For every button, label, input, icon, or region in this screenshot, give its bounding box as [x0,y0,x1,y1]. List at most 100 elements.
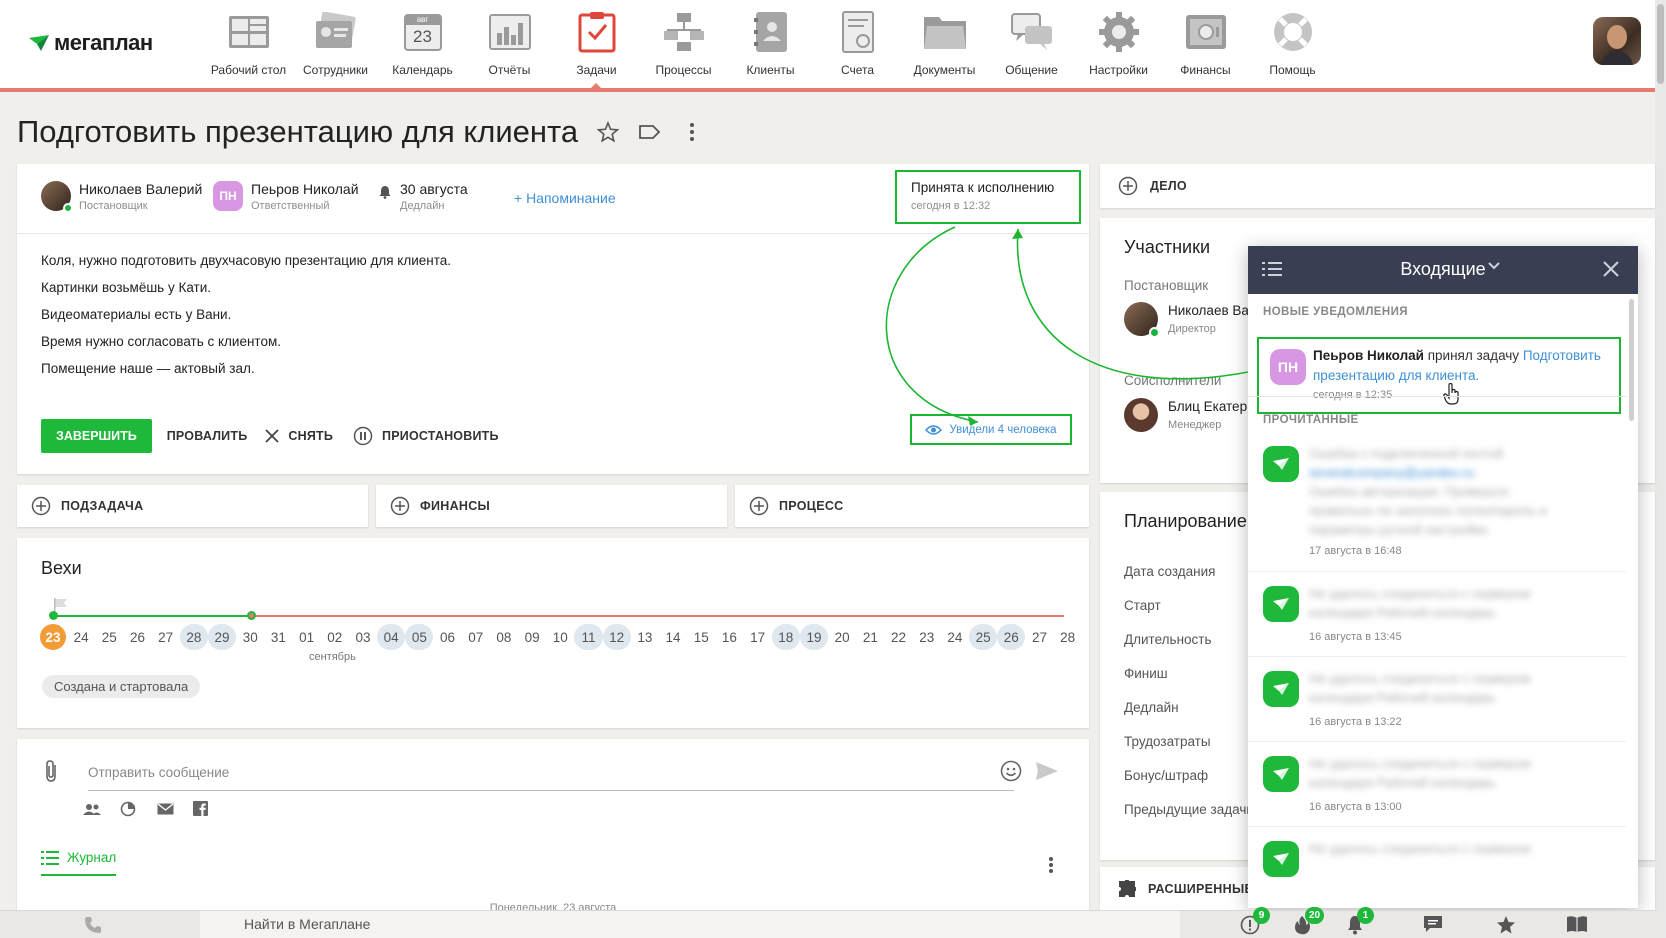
milestone-day[interactable]: 29 [207,624,237,650]
add-case-button[interactable]: ДЕЛО [1100,164,1655,208]
paperclip-icon[interactable] [44,759,58,783]
milestone-chip[interactable]: Создана и стартовала [42,675,201,698]
milestone-day[interactable]: 20 [828,624,856,650]
user-avatar[interactable] [1593,17,1641,65]
milestone-day[interactable]: 22 [884,624,912,650]
alerts-button[interactable]: 9 [1240,907,1270,938]
favorites-star-icon[interactable] [1496,915,1516,935]
message-input[interactable]: Отправить сообщение [88,755,1014,791]
nav-item-settings[interactable]: Настройки [1075,0,1162,88]
milestone-day[interactable]: 21 [856,624,884,650]
page-scrollbar[interactable] [1655,0,1666,938]
more-vertical-icon[interactable] [1048,856,1054,874]
milestone-day[interactable]: 19 [799,624,829,650]
milestone-day[interactable]: 27 [152,624,180,650]
nav-item-processes[interactable]: Процессы [640,0,727,88]
notifications-title[interactable]: Входящие [1248,259,1638,280]
fail-button[interactable]: ПРОВАЛИТЬ [167,419,248,453]
milestone-day[interactable]: 30 [236,624,264,650]
participant-avatar[interactable] [1124,398,1158,432]
emoji-icon[interactable] [1000,760,1022,782]
milestone-day[interactable]: 04 [377,624,406,650]
nav-item-reports[interactable]: Отчёты [466,0,553,88]
nav-item-communication[interactable]: Общение [988,0,1075,88]
milestone-day[interactable]: 01 [293,624,321,650]
milestone-day[interactable]: 16 [715,624,743,650]
favorite-star-icon[interactable] [596,120,620,144]
milestone-day[interactable]: 09 [518,624,546,650]
participant-owner-name[interactable]: Николаев Ва [1168,303,1249,318]
milestone-day[interactable]: 31 [264,624,292,650]
nav-item-employees[interactable]: Сотрудники [292,0,379,88]
notification-item-read[interactable]: Не удалось соединиться с сервером календ… [1248,657,1626,742]
nav-item-desktop[interactable]: Рабочий стол [205,0,292,88]
global-search-input[interactable]: Найти в Мегаплане [200,911,1180,938]
task-owner[interactable]: Николаев Валерий Постановщик [41,181,202,213]
notification-item-read[interactable]: Не удалось соединиться с сервером календ… [1248,742,1626,827]
more-vertical-icon[interactable] [680,120,704,144]
participant-avatar[interactable] [1124,302,1160,338]
complete-button[interactable]: ЗАВЕРШИТЬ [41,419,152,453]
milestone-day[interactable]: 28 [1054,624,1082,650]
task-responsible[interactable]: ПН Пеьров Николай Ответственный [213,181,359,213]
notifications-scrollbar[interactable] [1629,299,1634,421]
remove-button[interactable]: СНЯТЬ [265,419,333,453]
milestone-day[interactable]: 18 [771,624,800,650]
notification-item-new[interactable]: ПН Пеьров Николай принял задачу Подготов… [1257,337,1621,414]
milestone-day[interactable]: 07 [462,624,490,650]
milestone-day[interactable]: 24 [941,624,969,650]
milestone-day[interactable]: 17 [744,624,772,650]
tag-label-icon[interactable] [638,120,662,144]
book-icon[interactable] [1566,915,1588,933]
journal-tab[interactable]: Журнал [41,850,117,876]
milestone-day[interactable]: 06 [433,624,461,650]
milestone-day[interactable]: 03 [349,624,377,650]
nav-item-documents[interactable]: Документы [901,0,988,88]
milestone-day[interactable]: 10 [546,624,574,650]
chevron-down-icon[interactable] [1488,262,1500,270]
notification-item-read[interactable]: Не удалось соединиться с сервером календ… [1248,572,1626,657]
close-icon[interactable] [1603,261,1619,277]
nav-item-finance[interactable]: Финансы [1162,0,1249,88]
seen-by-button[interactable]: Увидели 4 человека [910,414,1072,445]
notifications-button[interactable]: 1 [1346,907,1374,938]
milestone-day[interactable]: 26 [123,624,151,650]
milestone-day[interactable]: 11 [574,624,603,650]
send-icon[interactable] [1035,761,1059,781]
milestone-day-today[interactable]: 23 [40,624,66,650]
milestone-day[interactable]: 15 [687,624,715,650]
add-subtask-button[interactable]: ПОДЗАДАЧА [17,485,368,527]
facebook-icon[interactable] [193,801,208,816]
milestone-day[interactable]: 28 [179,624,208,650]
participant-coexec-name[interactable]: Блиц Екатер [1168,399,1247,414]
milestone-day[interactable]: 27 [1025,624,1053,650]
email-icon[interactable] [157,803,174,815]
milestone-day[interactable]: 13 [631,624,659,650]
task-deadline[interactable]: 30 августа Дедлайн [378,181,468,213]
nav-item-calendar[interactable]: авг 23 Календарь [379,0,466,88]
activity-button[interactable]: 20 [1293,907,1325,938]
milestone-day[interactable]: 14 [659,624,687,650]
nav-item-clients[interactable]: Клиенты [727,0,814,88]
notification-item-read[interactable]: Ошибка с подключенной почтой severalcompa… [1248,436,1626,572]
people-icon[interactable] [83,803,101,815]
pause-button[interactable]: ПРИОСТАНОВИТЬ [353,419,499,453]
milestone-day[interactable]: 24 [67,624,95,650]
milestone-day[interactable]: 23 [913,624,941,650]
milestone-day[interactable]: 05 [405,624,434,650]
scrollbar-thumb[interactable] [1657,4,1664,84]
clock-icon[interactable] [120,801,136,817]
phone-icon[interactable] [84,916,102,934]
milestone-day[interactable]: 26 [997,624,1026,650]
megaplan-logo[interactable]: мегаплан [28,30,153,56]
nav-item-invoices[interactable]: Счета [814,0,901,88]
milestone-day[interactable]: 12 [602,624,631,650]
milestone-day[interactable]: 08 [490,624,518,650]
add-process-button[interactable]: ПРОЦЕСС [735,485,1089,527]
milestone-day[interactable]: 25 [969,624,998,650]
nav-item-tasks[interactable]: Задачи [553,0,640,89]
add-reminder-link[interactable]: + Напоминание [514,190,616,206]
milestone-day[interactable]: 02 [321,624,349,650]
notification-item-read[interactable]: Не удалось соединиться с сервером [1248,827,1626,908]
add-finance-button[interactable]: ФИНАНСЫ [376,485,727,527]
